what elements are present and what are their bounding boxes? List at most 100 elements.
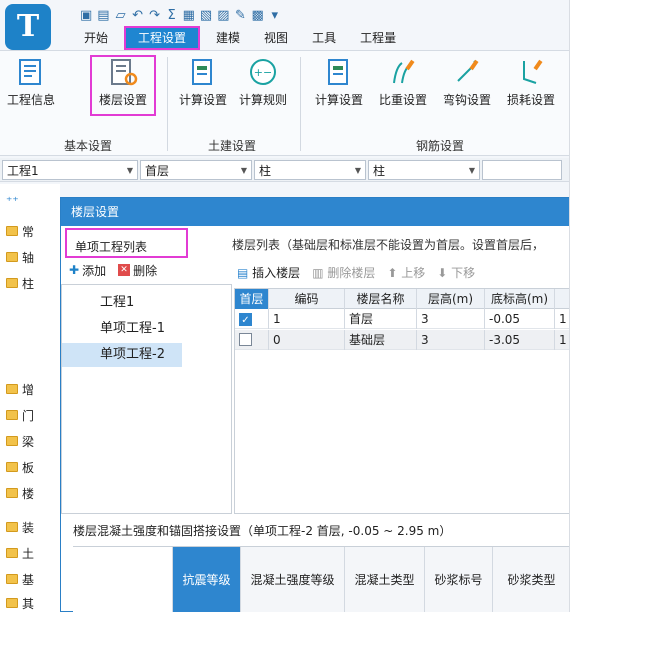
floor-settings-label: 楼层设置 bbox=[98, 93, 147, 107]
tree-item[interactable]: 装 bbox=[6, 518, 34, 536]
folder-icon bbox=[6, 278, 18, 288]
ribbon: 工程信息 楼层设置 计算设置 +− 计算规则 计算设置 比重设置 弯钩设置 损耗… bbox=[0, 50, 569, 156]
pen-icon[interactable]: ✎ bbox=[234, 8, 246, 23]
tree-item[interactable]: 楼 bbox=[6, 484, 34, 502]
folder-icon bbox=[6, 488, 18, 498]
height-cell[interactable]: 3 bbox=[417, 330, 485, 350]
project-list-title: 单项工程列表 bbox=[65, 228, 188, 258]
group-separator bbox=[300, 57, 301, 151]
rebar-calc-settings-button[interactable]: 计算设置 bbox=[310, 57, 368, 108]
tree-item[interactable]: 其 bbox=[6, 594, 34, 612]
grid2-header-seismic[interactable]: 抗震等级 bbox=[173, 547, 241, 612]
undo-icon[interactable]: ↶ bbox=[132, 8, 144, 23]
project-item-selected[interactable]: 单项工程-2 bbox=[62, 343, 182, 367]
header-first-floor: 首层 bbox=[235, 289, 269, 309]
customize-icon[interactable]: ▾ bbox=[269, 8, 281, 23]
height-cell[interactable]: 3 bbox=[417, 309, 485, 329]
table-row[interactable]: ✓ 1 首层 3 -0.05 1 bbox=[235, 309, 569, 329]
name-cell[interactable]: 基础层 bbox=[345, 330, 417, 350]
weight-settings-button[interactable]: 比重设置 bbox=[374, 57, 432, 108]
menu-quantities[interactable]: 工程量 bbox=[348, 28, 408, 48]
civil-calc-settings-label: 计算设置 bbox=[178, 93, 227, 107]
floor-settings-button[interactable]: 楼层设置 bbox=[90, 55, 156, 116]
project-item[interactable]: 工程1 bbox=[62, 291, 182, 315]
civil-calc-settings-button[interactable]: 计算设置 bbox=[174, 57, 232, 108]
first-floor-cell bbox=[235, 330, 269, 350]
calc-rules-button[interactable]: +− 计算规则 bbox=[234, 57, 292, 108]
extra-cell[interactable]: 1 bbox=[555, 330, 569, 350]
tree-item[interactable]: 轴 bbox=[6, 248, 34, 266]
delete-floor-button[interactable]: ▥ 删除楼层 bbox=[312, 264, 375, 281]
menu-modeling[interactable]: 建模 bbox=[204, 28, 252, 48]
component-combo[interactable]: 柱 ▼ bbox=[368, 160, 480, 180]
rebar-calc-settings-label: 计算设置 bbox=[314, 93, 363, 107]
loss-settings-button[interactable]: 损耗设置 bbox=[502, 57, 560, 108]
menu-tools[interactable]: 工具 bbox=[300, 28, 348, 48]
add-label: 添加 bbox=[82, 263, 107, 278]
tree-item[interactable]: 常 bbox=[6, 222, 34, 240]
header-floor-height: 层高(m) bbox=[417, 289, 485, 309]
first-floor-checkbox[interactable]: ✓ bbox=[239, 313, 252, 326]
report-icon[interactable]: ▦ bbox=[183, 8, 195, 23]
project-item[interactable]: 单项工程-1 bbox=[62, 317, 182, 341]
strength-section-label: 楼层混凝土强度和锚固搭接设置（单项工程-2 首层, -0.05 ~ 2.95 m… bbox=[73, 524, 452, 538]
tree-item[interactable]: 土 bbox=[6, 544, 34, 562]
extra-cell[interactable]: 1 bbox=[555, 309, 569, 329]
menu-home[interactable]: 开始 bbox=[72, 28, 120, 48]
tree-item[interactable]: 门 bbox=[6, 406, 34, 424]
floor-combo[interactable]: 首层 ▼ bbox=[140, 160, 252, 180]
weight-settings-icon bbox=[393, 59, 415, 84]
tree-item[interactable]: 柱 bbox=[6, 274, 34, 292]
header-floor-name: 楼层名称 bbox=[345, 289, 417, 309]
component-combo-value: 柱 bbox=[373, 163, 386, 178]
move-up-button[interactable]: ⬆ 上移 bbox=[387, 264, 425, 281]
save-icon[interactable]: ▣ bbox=[80, 8, 92, 23]
move-down-button[interactable]: ⬇ 下移 bbox=[437, 264, 475, 281]
code-cell[interactable]: 1 bbox=[269, 309, 345, 329]
expand-all-icon[interactable]: ⁺⁺ bbox=[6, 192, 19, 210]
table-row[interactable]: 0 基础层 3 -3.05 1 bbox=[235, 330, 569, 350]
tree-item[interactable]: 板 bbox=[6, 458, 34, 476]
folder-icon bbox=[6, 384, 18, 394]
floor-toolbar: ▤ 插入楼层 ▥ 删除楼层 ⬆ 上移 ⬇ 下移 bbox=[237, 262, 475, 282]
grid2-header-concrete-type[interactable]: 混凝土类型 bbox=[345, 547, 425, 612]
grid2-header-concrete-grade[interactable]: 混凝土强度等级 bbox=[241, 547, 345, 612]
grid-icon[interactable]: ▩ bbox=[251, 8, 263, 23]
group-label-basic: 基本设置 bbox=[64, 139, 113, 153]
menu-project-settings[interactable]: 工程设置 bbox=[124, 26, 201, 50]
grid2-header-mortar-grade[interactable]: 砂浆标号 bbox=[425, 547, 493, 612]
tree-item[interactable]: 基 bbox=[6, 570, 34, 588]
tree-item[interactable]: 增 bbox=[6, 380, 34, 398]
first-floor-checkbox[interactable] bbox=[239, 333, 252, 346]
code-cell[interactable]: 0 bbox=[269, 330, 345, 350]
add-project-button[interactable]: ✚ 添加 bbox=[69, 262, 106, 279]
arrow-up-icon: ⬆ bbox=[387, 265, 398, 280]
name-cell[interactable]: 首层 bbox=[345, 309, 417, 329]
app-window: T ▣ ▤ ▱ ↶ ↷ Σ ▦ ▧ ▨ ✎ ▩ ▾ 开始 工程设置 建模 视图 … bbox=[0, 0, 570, 612]
project-info-label: 工程信息 bbox=[6, 93, 55, 107]
category-combo[interactable]: 柱 ▼ bbox=[254, 160, 366, 180]
sum-icon[interactable]: Σ bbox=[166, 8, 178, 23]
delete-project-button[interactable]: ✕ 删除 bbox=[118, 262, 157, 279]
menu-view[interactable]: 视图 bbox=[252, 28, 300, 48]
print-icon[interactable]: ▤ bbox=[97, 8, 109, 23]
group-label-rebar: 钢筋设置 bbox=[416, 139, 465, 153]
calc-rules-icon: +− bbox=[250, 59, 276, 85]
grid2-header-mortar-type[interactable]: 砂浆类型 bbox=[493, 547, 569, 612]
view-icon[interactable]: ▧ bbox=[200, 8, 212, 23]
screenshot-icon[interactable]: ▨ bbox=[217, 8, 229, 23]
hook-settings-button[interactable]: 弯钩设置 bbox=[438, 57, 496, 108]
tree-item[interactable]: 梁 bbox=[6, 432, 34, 450]
folder-icon bbox=[6, 598, 18, 608]
project-combo[interactable]: 工程1 ▼ bbox=[2, 160, 138, 180]
header-extra bbox=[555, 289, 569, 309]
bottom-cell[interactable]: -3.05 bbox=[485, 330, 555, 350]
extra-combo[interactable] bbox=[482, 160, 562, 180]
redo-icon[interactable]: ↷ bbox=[149, 8, 161, 23]
project-info-button[interactable]: 工程信息 bbox=[2, 57, 60, 108]
bottom-cell[interactable]: -0.05 bbox=[485, 309, 555, 329]
insert-floor-button[interactable]: ▤ 插入楼层 bbox=[237, 264, 300, 281]
header-code: 编码 bbox=[269, 289, 345, 309]
open-icon[interactable]: ▱ bbox=[115, 8, 127, 23]
delete-label: 删除 bbox=[133, 263, 158, 278]
